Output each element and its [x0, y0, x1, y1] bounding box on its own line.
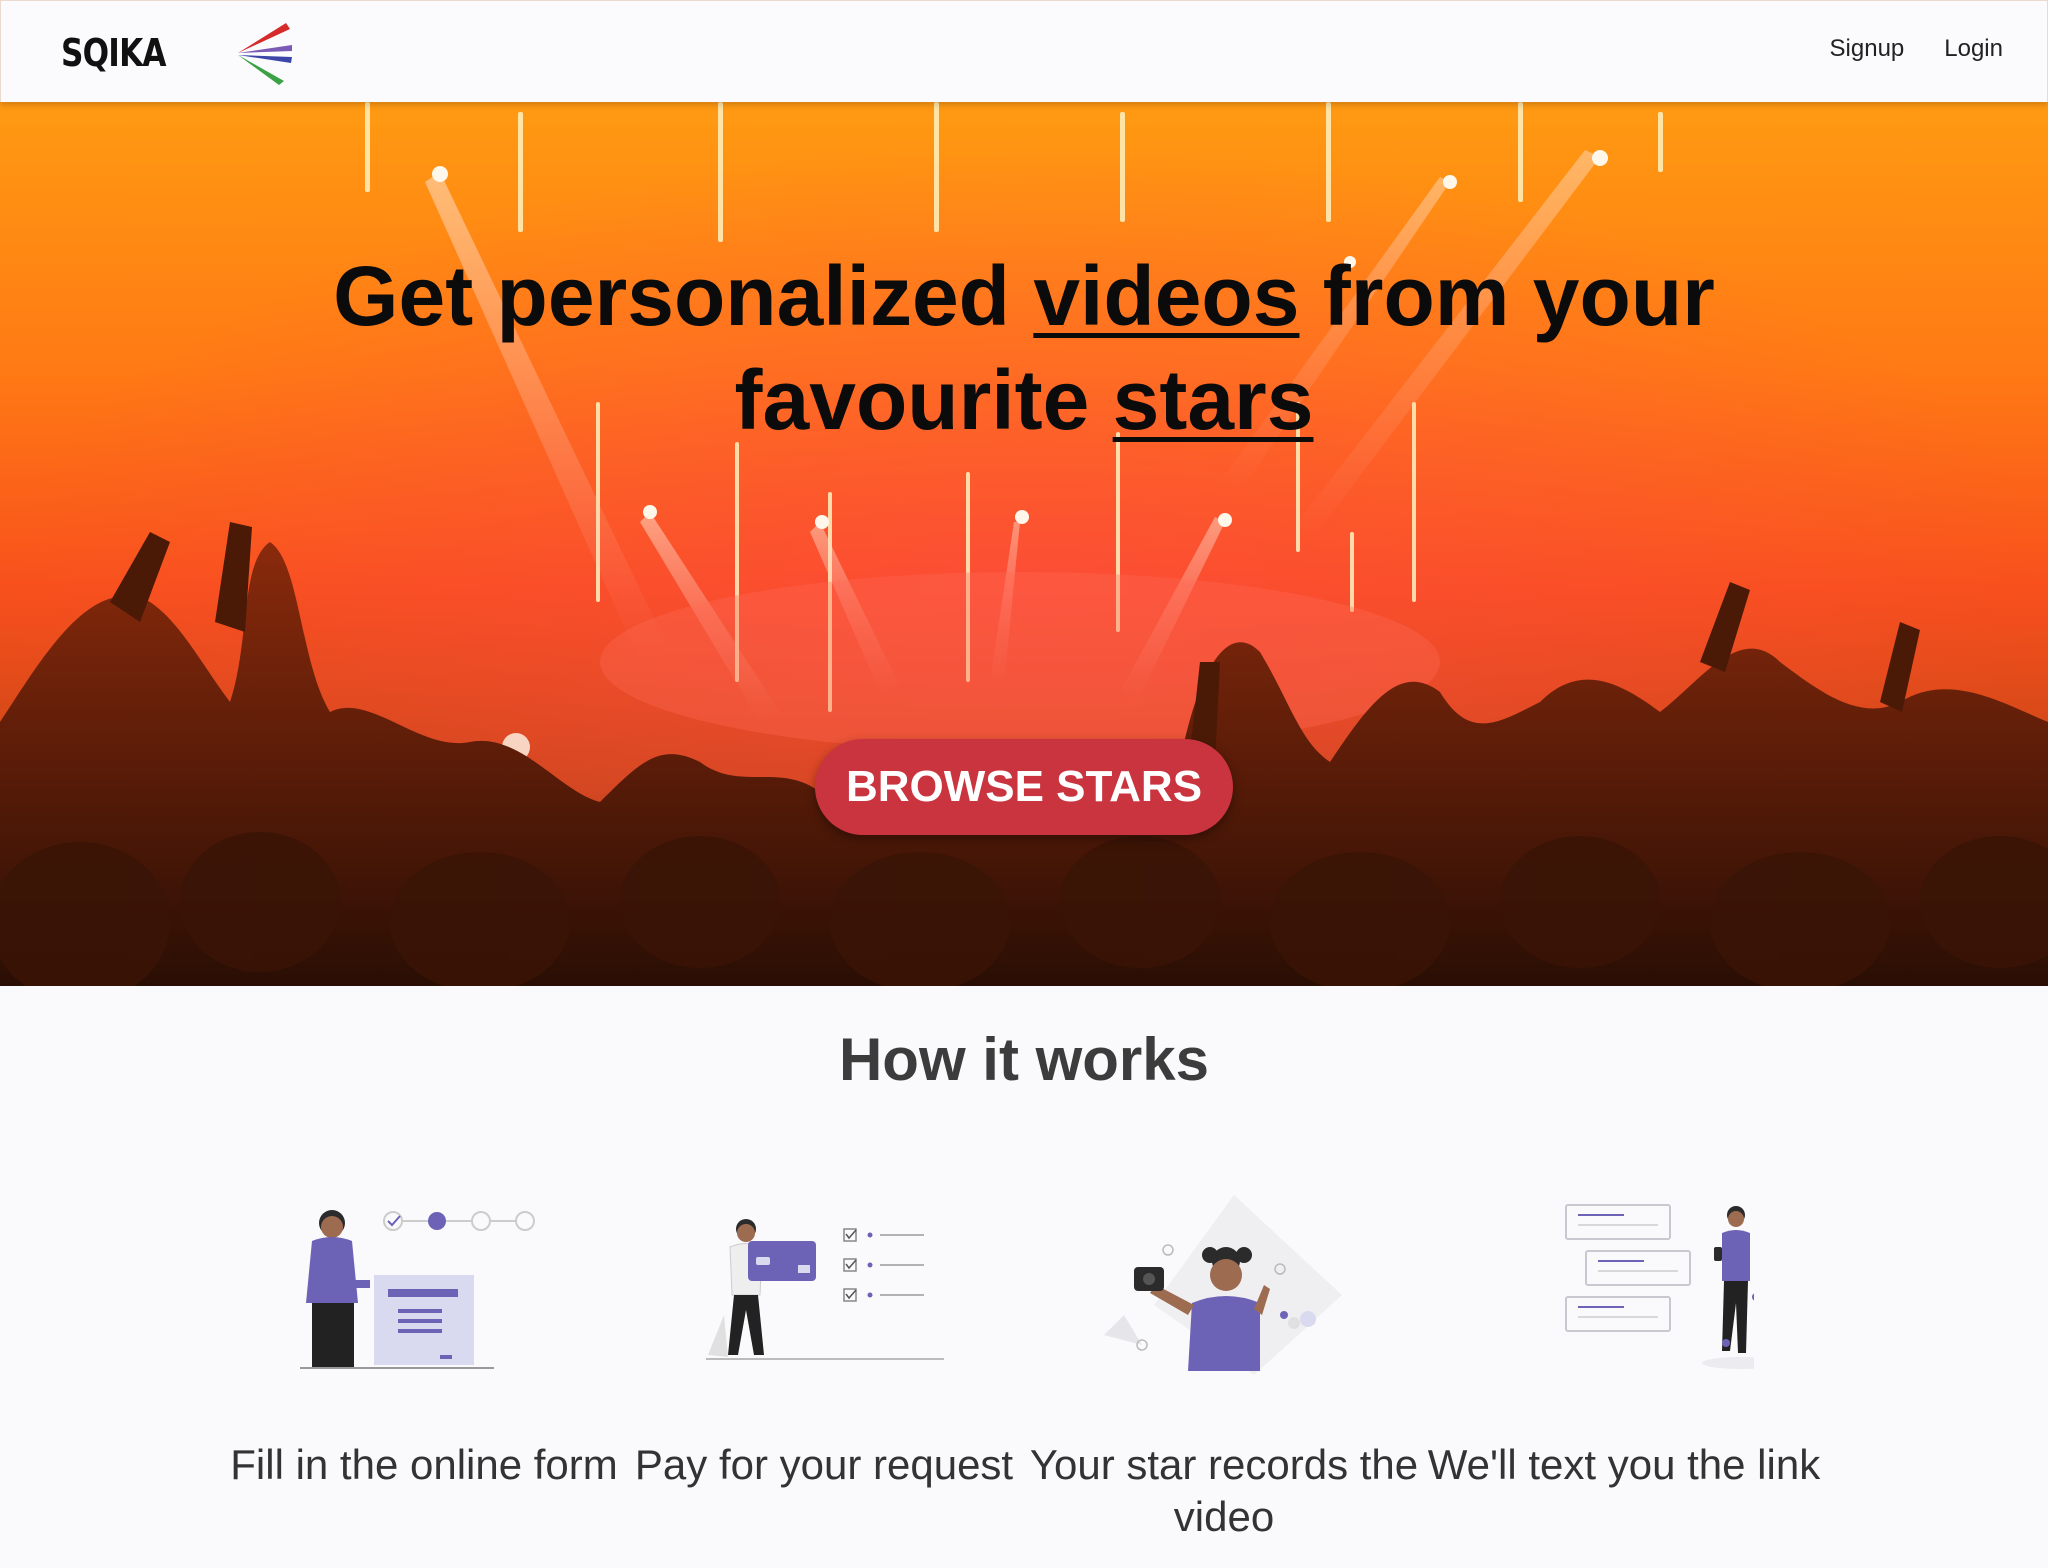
login-link[interactable]: Login [1944, 35, 2003, 63]
step-star-records: Your star records the video [1030, 1185, 1418, 1540]
message-illustration-icon [1565, 1204, 1754, 1369]
step-1-label: Fill in the online form [230, 1441, 618, 1488]
how-it-works-heading: How it works [838, 1026, 1210, 1093]
browse-stars-button[interactable]: BROWSE STARS [815, 739, 1233, 835]
payment-illustration-icon [706, 1219, 944, 1360]
sqika-logo[interactable]: SQIKA [61, 23, 292, 85]
selfie-illustration-icon [1104, 1195, 1342, 1375]
step-3-label: Your star records the video [1029, 1441, 1419, 1540]
hero-headline: Get personalized videos from your favour… [300, 244, 1748, 452]
concert-background-image [0, 102, 2048, 986]
headline-text-1: Get personalized [333, 249, 1034, 343]
logo-rays-icon [238, 23, 292, 85]
hero-banner: Get personalized videos from your favour… [0, 102, 2048, 986]
headline-videos-link[interactable]: videos [1033, 249, 1299, 343]
form-illustration-icon [300, 1210, 535, 1369]
step-pay-request: Pay for your request [634, 1185, 1014, 1488]
logo-text: SQIKA [61, 31, 167, 75]
headline-stars-link[interactable]: stars [1113, 353, 1314, 447]
step-4-label: We'll text you the link [1427, 1441, 1821, 1488]
top-navbar: SQIKA Signup Login [0, 0, 2048, 102]
step-fill-form: Fill in the online form [230, 1185, 618, 1488]
signup-link[interactable]: Signup [1830, 35, 1905, 63]
step-2-label: Pay for your request [634, 1441, 1014, 1488]
step-text-link: We'll text you the link [1428, 1185, 1820, 1488]
